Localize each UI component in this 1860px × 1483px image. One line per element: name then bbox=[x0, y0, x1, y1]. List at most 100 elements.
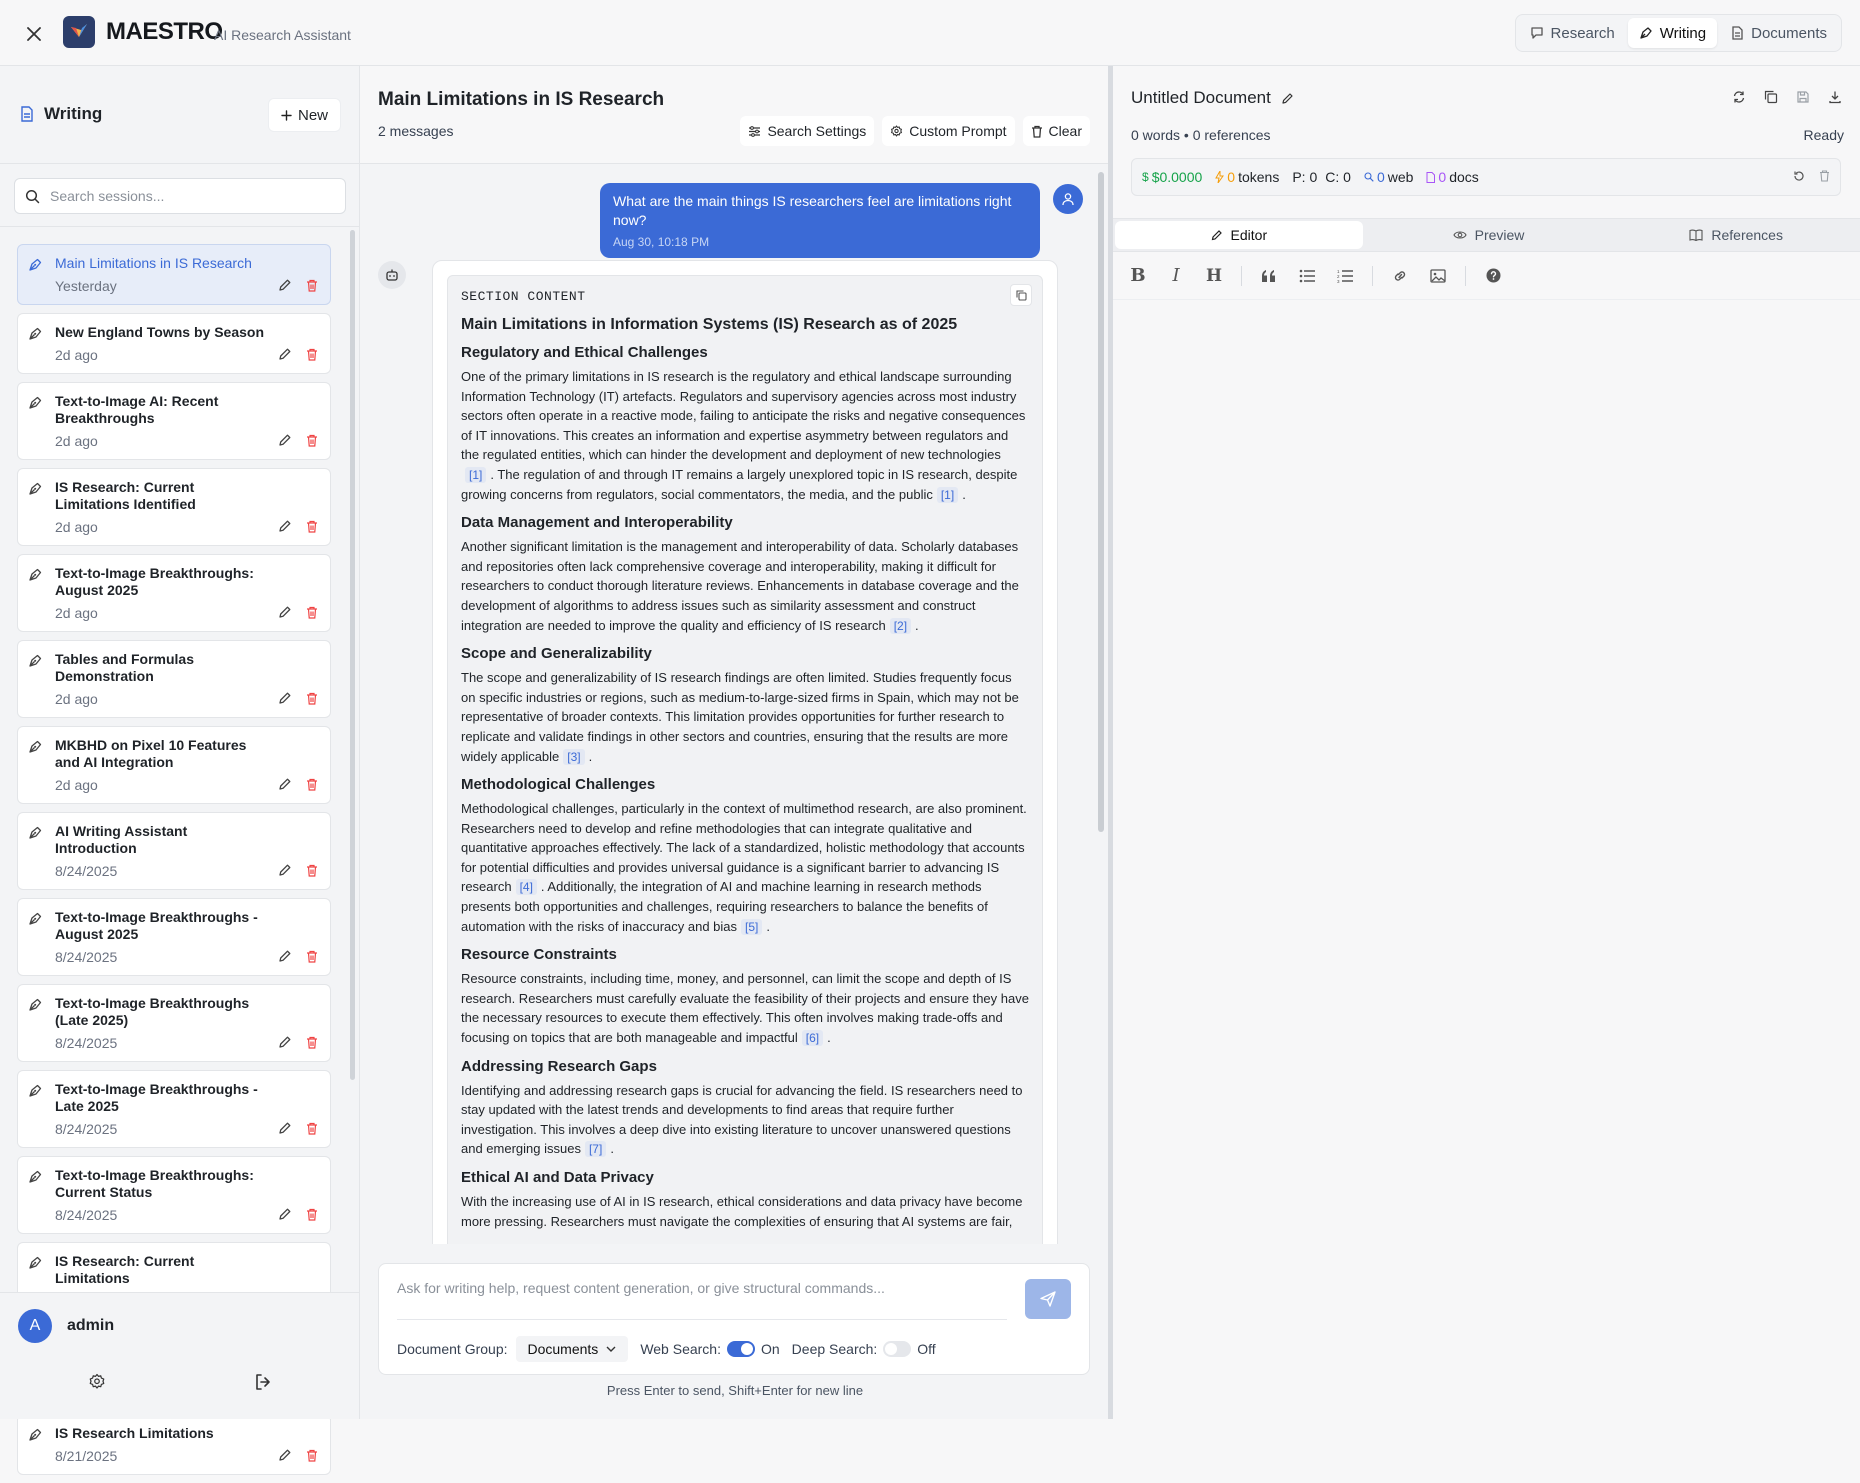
delete-trash-icon[interactable] bbox=[306, 950, 318, 963]
edit-pencil-icon[interactable] bbox=[278, 433, 292, 447]
citation-link[interactable]: [1] bbox=[937, 487, 958, 503]
session-item[interactable]: Text-to-Image Breakthroughs (Late 2025)8… bbox=[17, 984, 331, 1062]
delete-trash-icon[interactable] bbox=[306, 864, 318, 877]
edit-pencil-icon[interactable] bbox=[278, 605, 292, 619]
citation-link[interactable]: [1] bbox=[465, 467, 486, 483]
paragraph-text: Another significant limitation is the ma… bbox=[461, 539, 1019, 632]
custom-prompt-button[interactable]: Custom Prompt bbox=[882, 116, 1014, 146]
document-group-select[interactable]: Documents bbox=[516, 1336, 629, 1362]
citation-link[interactable]: [5] bbox=[741, 919, 762, 935]
link-icon[interactable] bbox=[1389, 265, 1411, 287]
delete-trash-icon[interactable] bbox=[306, 520, 318, 533]
session-item[interactable]: Text-to-Image Breakthroughs - August 202… bbox=[17, 898, 331, 976]
section-paragraph: The scope and generalizability of IS res… bbox=[461, 668, 1029, 766]
send-button[interactable] bbox=[1025, 1279, 1071, 1319]
session-item[interactable]: AI Writing Assistant Introduction8/24/20… bbox=[17, 812, 331, 890]
citation-link[interactable]: [3] bbox=[563, 749, 584, 765]
message-list: What are the main things IS researchers … bbox=[360, 164, 1110, 1262]
close-icon[interactable] bbox=[22, 22, 46, 46]
citation-link[interactable]: [7] bbox=[585, 1141, 606, 1157]
section-heading: Resource Constraints bbox=[461, 946, 1029, 963]
new-session-button[interactable]: New bbox=[268, 98, 341, 132]
delete-trash-icon[interactable] bbox=[306, 1122, 318, 1135]
save-icon[interactable] bbox=[1796, 90, 1810, 104]
avatar[interactable]: A bbox=[18, 1309, 52, 1343]
chat-scrollbar[interactable] bbox=[1098, 172, 1104, 832]
edit-pencil-icon[interactable] bbox=[278, 278, 292, 292]
message-input[interactable] bbox=[397, 1280, 1007, 1320]
edit-pencil-icon[interactable] bbox=[278, 863, 292, 877]
copy-icon[interactable] bbox=[1010, 284, 1032, 306]
quote-icon[interactable] bbox=[1258, 265, 1280, 287]
delete-trash-icon[interactable] bbox=[306, 1208, 318, 1221]
edit-pencil-icon[interactable] bbox=[278, 347, 292, 361]
mode-writing-button[interactable]: Writing bbox=[1628, 18, 1717, 48]
reset-icon[interactable] bbox=[1793, 170, 1805, 182]
delete-trash-icon[interactable] bbox=[306, 1449, 318, 1462]
delete-trash-icon[interactable] bbox=[306, 692, 318, 705]
copy-icon[interactable] bbox=[1764, 90, 1778, 104]
delete-trash-icon[interactable] bbox=[306, 434, 318, 447]
session-search-input[interactable] bbox=[50, 188, 330, 204]
section-paragraph: Resource constraints, including time, mo… bbox=[461, 969, 1029, 1047]
edit-pencil-icon[interactable] bbox=[278, 1121, 292, 1135]
delete-trash-icon[interactable] bbox=[306, 778, 318, 791]
bullet-list-icon[interactable] bbox=[1296, 265, 1318, 287]
session-item[interactable]: IS Research Limitations8/21/2025 bbox=[17, 1414, 331, 1475]
mode-documents-button[interactable]: Documents bbox=[1719, 18, 1838, 48]
docs-stat: 0 docs bbox=[1426, 169, 1478, 185]
search-settings-button[interactable]: Search Settings bbox=[740, 116, 874, 146]
settings-gear-icon[interactable] bbox=[88, 1373, 106, 1391]
numbered-list-icon[interactable]: 123 bbox=[1334, 265, 1356, 287]
refresh-icon[interactable] bbox=[1732, 90, 1746, 104]
image-icon[interactable] bbox=[1427, 265, 1449, 287]
delete-trash-icon[interactable] bbox=[306, 1036, 318, 1049]
web-search-toggle[interactable] bbox=[727, 1341, 755, 1357]
session-item[interactable]: Text-to-Image AI: Recent Breakthroughs2d… bbox=[17, 382, 331, 460]
tab-references[interactable]: References bbox=[1612, 219, 1860, 251]
edit-pencil-icon[interactable] bbox=[278, 519, 292, 533]
delete-trash-icon[interactable] bbox=[306, 348, 318, 361]
bold-icon[interactable]: B bbox=[1127, 265, 1149, 287]
delete-trash-icon[interactable] bbox=[306, 606, 318, 619]
edit-pencil-icon[interactable] bbox=[278, 1035, 292, 1049]
session-item[interactable]: Main Limitations in IS ResearchYesterday bbox=[17, 244, 331, 305]
edit-title-pencil-icon[interactable] bbox=[1281, 92, 1294, 105]
download-icon[interactable] bbox=[1828, 90, 1842, 104]
user-avatar-icon bbox=[1053, 184, 1083, 214]
toggle-knob bbox=[741, 1343, 753, 1355]
document-editor[interactable] bbox=[1113, 300, 1860, 1419]
heading-icon[interactable]: H bbox=[1203, 265, 1225, 287]
session-item[interactable]: New England Towns by Season2d ago bbox=[17, 313, 331, 374]
session-item[interactable]: Text-to-Image Breakthroughs: August 2025… bbox=[17, 554, 331, 632]
delete-trash-icon[interactable] bbox=[306, 279, 318, 292]
session-title: New England Towns by Season bbox=[55, 324, 270, 341]
paragraph-text: . bbox=[589, 749, 593, 764]
trash-icon[interactable] bbox=[1819, 170, 1830, 182]
document-group-value: Documents bbox=[528, 1341, 599, 1357]
logout-icon[interactable] bbox=[254, 1373, 272, 1391]
citation-link[interactable]: [2] bbox=[890, 618, 911, 634]
tab-editor[interactable]: Editor bbox=[1115, 221, 1363, 249]
mode-research-button[interactable]: Research bbox=[1519, 18, 1626, 48]
session-item[interactable]: Tables and Formulas Demonstration2d ago bbox=[17, 640, 331, 718]
session-item[interactable]: MKBHD on Pixel 10 Features and AI Integr… bbox=[17, 726, 331, 804]
session-item[interactable]: Text-to-Image Breakthroughs: Current Sta… bbox=[17, 1156, 331, 1234]
edit-pencil-icon[interactable] bbox=[278, 949, 292, 963]
clear-chat-button[interactable]: Clear bbox=[1023, 116, 1090, 146]
citation-link[interactable]: [6] bbox=[802, 1030, 823, 1046]
tab-preview[interactable]: Preview bbox=[1365, 219, 1613, 251]
session-item[interactable]: IS Research: Current Limitations Identif… bbox=[17, 468, 331, 546]
deep-search-toggle[interactable] bbox=[883, 1341, 911, 1357]
citation-link[interactable]: [4] bbox=[516, 879, 537, 895]
edit-pencil-icon[interactable] bbox=[278, 691, 292, 705]
help-icon[interactable] bbox=[1482, 265, 1504, 287]
edit-pencil-icon[interactable] bbox=[278, 777, 292, 791]
session-item[interactable]: Text-to-Image Breakthroughs - Late 20258… bbox=[17, 1070, 331, 1148]
sidebar-scrollbar[interactable] bbox=[350, 230, 355, 1080]
web-label: web bbox=[1388, 169, 1414, 185]
paragraph-text: Resource constraints, including time, mo… bbox=[461, 971, 1029, 1045]
edit-pencil-icon[interactable] bbox=[278, 1207, 292, 1221]
italic-icon[interactable]: I bbox=[1165, 265, 1187, 287]
edit-pencil-icon[interactable] bbox=[278, 1448, 292, 1462]
